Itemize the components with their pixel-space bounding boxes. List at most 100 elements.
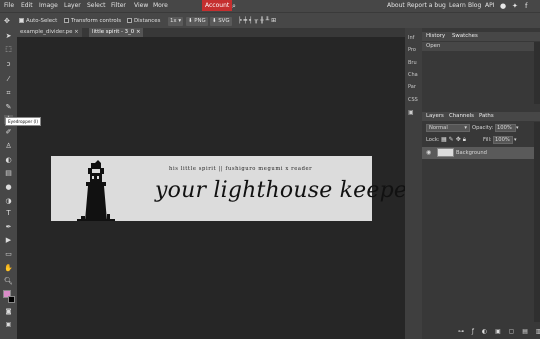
- reddit-icon[interactable]: ●: [500, 0, 506, 12]
- marquee-tool-icon[interactable]: ⬚: [4, 45, 13, 54]
- twitter-icon[interactable]: ✦: [512, 0, 518, 12]
- gradient-tool-icon[interactable]: ▤: [4, 169, 13, 178]
- image-icon[interactable]: ▣: [408, 109, 414, 116]
- type-tool-icon[interactable]: T: [4, 209, 13, 218]
- menu-select[interactable]: Select: [87, 0, 106, 12]
- menu-about[interactable]: About: [387, 0, 405, 12]
- lasso-tool-icon[interactable]: ↄ: [4, 60, 13, 69]
- svg-label: SVG: [218, 18, 230, 24]
- fill-dropdown-icon[interactable]: ▾: [514, 136, 517, 144]
- tab-swatches[interactable]: Swatches: [452, 32, 478, 41]
- brush-tool-icon[interactable]: ✐: [4, 128, 13, 137]
- lock-icons[interactable]: ▦✎✥🔒︎: [441, 136, 468, 144]
- menu-learn[interactable]: Learn: [449, 0, 466, 12]
- layer-name: Background: [456, 150, 487, 156]
- distances-label: Distances: [134, 18, 161, 24]
- menu-filter[interactable]: Filter: [111, 0, 126, 12]
- hand-tool-icon[interactable]: ✋: [4, 264, 13, 273]
- dock-paragraph[interactable]: Par: [408, 84, 416, 90]
- quick-mask-icon[interactable]: ◙: [4, 307, 13, 316]
- fill-input[interactable]: 100%: [493, 136, 513, 144]
- menu-bar: File Edit Image Layer Select Filter View…: [0, 0, 540, 12]
- options-bar: ✥ Auto-Select Transform controls Distanc…: [0, 12, 540, 28]
- search-icon[interactable]: ⌕: [232, 0, 236, 12]
- history-item[interactable]: Open: [422, 42, 534, 51]
- document-canvas[interactable]: his little spirit || fushiguro megumi x …: [51, 156, 418, 221]
- eyedropper-tool-icon[interactable]: ✎: [4, 103, 13, 112]
- tab-paths[interactable]: Paths: [479, 112, 494, 121]
- path-select-tool-icon[interactable]: ▶: [4, 236, 13, 245]
- auto-select-checkbox[interactable]: Auto-Select: [19, 13, 57, 29]
- dock-info[interactable]: Inf: [408, 35, 414, 41]
- crop-tool-icon[interactable]: ⌗: [4, 89, 13, 98]
- zoom-value: 1x: [170, 18, 177, 24]
- history-tabs: History Swatches: [422, 32, 540, 41]
- dodge-tool-icon[interactable]: ◑: [4, 197, 13, 206]
- layer-row[interactable]: ◉ Background: [422, 147, 534, 159]
- background-color-swatch[interactable]: [8, 296, 15, 303]
- fill-label: Fill:: [483, 137, 492, 143]
- menu-report-bug[interactable]: Report a bug: [407, 0, 446, 12]
- dock-properties[interactable]: Pro: [408, 47, 416, 53]
- right-panels: History Swatches Open Layers Channels Pa…: [422, 28, 540, 339]
- distances-checkbox[interactable]: Distances: [127, 13, 160, 29]
- transform-controls-label: Transform controls: [71, 18, 122, 24]
- pen-tool-icon[interactable]: ✒: [4, 223, 13, 232]
- menu-edit[interactable]: Edit: [21, 0, 33, 12]
- divider-subtitle: his little spirit || fushiguro megumi x …: [169, 166, 313, 172]
- download-icon: ⬇: [188, 18, 193, 24]
- shape-tool-icon[interactable]: ▭: [4, 250, 13, 259]
- menu-view[interactable]: View: [134, 0, 148, 12]
- menu-image[interactable]: Image: [39, 0, 58, 12]
- history-scrollbar[interactable]: [534, 42, 540, 104]
- tab-channels[interactable]: Channels: [449, 112, 474, 121]
- auto-select-label: Auto-Select: [26, 18, 58, 24]
- blend-mode-value: Normal: [429, 125, 448, 131]
- document-tabs: example_divider.pe × little spirit - 3_0…: [17, 28, 405, 37]
- stamp-tool-icon[interactable]: ♙: [4, 142, 13, 151]
- divider-title: your lighthouse keeper: [155, 178, 418, 203]
- tab-label: example_divider.pe: [20, 29, 73, 35]
- export-svg-button[interactable]: ⬇ SVG: [210, 17, 232, 26]
- blend-mode-select[interactable]: Normal ▾: [426, 124, 470, 132]
- account-button[interactable]: Account: [202, 0, 233, 11]
- export-png-button[interactable]: ⬇ PNG: [186, 17, 208, 26]
- transform-controls-checkbox[interactable]: Transform controls: [64, 13, 121, 29]
- layers-scrollbar[interactable]: [534, 122, 540, 322]
- opacity-input[interactable]: 100%: [495, 124, 516, 132]
- dock-css[interactable]: CSS: [408, 97, 418, 103]
- layer-actions[interactable]: ⊶ ƒ ◐ ▣ ▢ ▤ ▥ 🗑︎: [458, 328, 540, 335]
- close-icon[interactable]: ×: [136, 29, 141, 35]
- blur-tool-icon[interactable]: ●: [4, 183, 13, 192]
- eye-icon[interactable]: ◉: [426, 149, 431, 157]
- dock-brush[interactable]: Bru: [408, 60, 417, 66]
- screen-mode-icon[interactable]: ▣: [4, 320, 13, 329]
- zoom-select[interactable]: 1x ▾: [168, 17, 184, 26]
- move-tool-icon: ✥: [4, 17, 10, 25]
- layers-tabs: Layers Channels Paths: [422, 112, 540, 121]
- png-label: PNG: [194, 18, 206, 24]
- close-icon[interactable]: ×: [74, 29, 79, 35]
- tab-example-divider[interactable]: example_divider.pe ×: [17, 28, 82, 37]
- facebook-icon[interactable]: f: [525, 0, 527, 12]
- menu-more[interactable]: More: [153, 0, 168, 12]
- magic-wand-tool-icon[interactable]: ⁄: [4, 75, 13, 84]
- menu-layer[interactable]: Layer: [64, 0, 81, 12]
- opacity-dropdown-icon[interactable]: ▾: [516, 124, 519, 132]
- lock-label: Lock:: [426, 137, 440, 143]
- eraser-tool-icon[interactable]: ◐: [4, 156, 13, 165]
- menu-api[interactable]: API: [485, 0, 495, 12]
- zoom-tool-icon[interactable]: 🔍︎: [4, 277, 13, 286]
- download-icon: ⬇: [212, 18, 217, 24]
- align-icons[interactable]: ╞ ╪ ╡ ╥ ╫ ╨ ⊞: [238, 13, 276, 29]
- tab-little-spirit[interactable]: little spirit - 3_0 ×: [89, 28, 144, 37]
- dock-character[interactable]: Cha: [408, 72, 418, 78]
- tool-bar: ➤ ⬚ ↄ ⁄ ⌗ ✎ ◊ ✐ ♙ ◐ ▤ ● ◑ T ✒ ▶ ▭ ✋ 🔍︎ ◙…: [0, 28, 17, 339]
- panel-dock: Inf Pro Bru Cha Par CSS ▣: [405, 28, 422, 339]
- menu-file[interactable]: File: [4, 0, 14, 12]
- tab-history[interactable]: History: [426, 32, 445, 41]
- chevron-down-icon: ▾: [464, 125, 467, 131]
- tab-layers[interactable]: Layers: [426, 112, 444, 121]
- menu-blog[interactable]: Blog: [468, 0, 481, 12]
- move-tool-icon[interactable]: ➤: [4, 32, 13, 41]
